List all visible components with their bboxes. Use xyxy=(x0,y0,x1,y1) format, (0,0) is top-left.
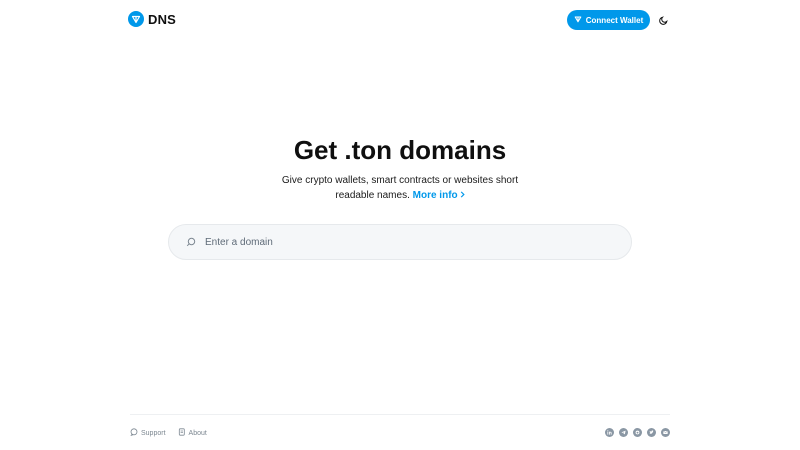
domain-search[interactable] xyxy=(168,224,632,260)
subtitle-text: Give crypto wallets, smart contracts or … xyxy=(281,175,519,201)
more-info-link[interactable]: More info xyxy=(413,190,465,201)
ton-logo-icon xyxy=(128,11,144,27)
twitter-icon[interactable] xyxy=(647,428,656,437)
hero-subtitle: Give crypto wallets, smart contracts or … xyxy=(270,173,530,203)
support-label: Support xyxy=(141,429,166,437)
ton-icon xyxy=(574,15,582,25)
page-title: Get .ton domains xyxy=(293,135,507,165)
search-icon xyxy=(185,237,196,248)
support-link[interactable]: Support xyxy=(130,428,166,438)
footer-divider xyxy=(130,414,670,415)
support-chat-icon xyxy=(130,428,138,438)
logo[interactable]: DNS xyxy=(128,11,176,27)
footer-links: Support About xyxy=(130,428,207,438)
header: DNS Connect Wallet xyxy=(0,0,800,40)
connect-wallet-button[interactable]: Connect Wallet xyxy=(567,10,650,30)
domain-search-input[interactable] xyxy=(205,225,631,259)
about-label: About xyxy=(188,429,207,437)
social-links xyxy=(605,428,670,437)
about-doc-icon xyxy=(178,428,186,438)
linkedin-icon[interactable] xyxy=(605,428,614,437)
theme-toggle-moon-icon[interactable] xyxy=(658,14,670,26)
telegram-icon[interactable] xyxy=(619,428,628,437)
github-icon[interactable] xyxy=(633,428,642,437)
about-link[interactable]: About xyxy=(178,428,207,438)
connect-wallet-label: Connect Wallet xyxy=(585,15,644,25)
more-info-label: More info xyxy=(412,190,458,201)
chevron-right-icon xyxy=(460,188,465,203)
logo-text: DNS xyxy=(148,11,177,27)
email-icon[interactable] xyxy=(661,428,670,437)
